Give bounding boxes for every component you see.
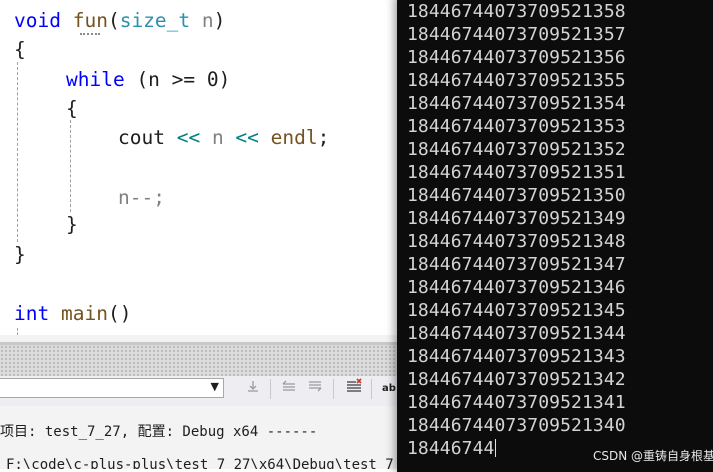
code-line-4[interactable]: { [66,97,78,121]
output-pane: ▼ ab 项目: test_7_27, 配置: Debug x64 ------… [0,335,400,469]
indent-guide-main [17,328,18,335]
while-condition: (n >= 0) [124,68,231,91]
console-line: 18446744073709521341 [407,392,626,413]
indent-guide-inner [70,120,71,212]
output-path-line: F:\code\c-plus-plus\test_7_27\x64\Debug\… [6,457,400,469]
code-line-7[interactable]: } [66,213,78,237]
code-line-5[interactable]: cout << n << endl; [118,126,329,150]
console-line: 18446744073709521353 [407,116,626,137]
console-line: 18446744073709521349 [407,208,626,229]
close-paren: ) [213,9,226,32]
code-editor[interactable]: void fun(size_t n) { while (n >= 0) { co… [0,0,400,335]
keyword-void: void [14,9,61,32]
console-line: 18446744073709521352 [407,139,626,160]
console-line-partial: 18446744 [407,437,496,460]
chevron-down-icon[interactable]: ▼ [211,380,219,393]
indent-guide-outer [17,62,18,242]
prev-message-icon[interactable] [278,378,300,400]
console-line: 18446744073709521356 [407,47,626,68]
toolbar-separator-1 [270,379,271,399]
text-cursor [494,439,496,457]
console-line: 18446744073709521344 [407,323,626,344]
clear-all-icon[interactable] [343,378,365,400]
goto-location-icon[interactable] [242,378,264,400]
type-size-t: size_t [119,9,191,32]
console-line: 18446744073709521351 [407,162,626,183]
console-line: 18446744073709521357 [407,24,626,45]
code-line-9[interactable]: int main() [14,302,131,326]
console-line: 18446744073709521342 [407,369,626,390]
console-line: 18446744073709521346 [407,277,626,298]
output-toolbar: ▼ ab [0,376,400,406]
watermark: CSDN @重铸自身根基 [592,449,713,463]
open-paren: ( [107,9,120,32]
function-name-main: main [60,302,108,325]
toolbar-separator-2 [333,379,334,399]
console-line: 18446744073709521343 [407,346,626,367]
identifier-endl: endl [270,126,318,149]
console-line: 18446744073709521358 [407,1,626,22]
code-line-6[interactable]: n--; [118,186,165,210]
next-message-icon[interactable] [304,378,326,400]
console-line: 18446744073709521355 [407,70,626,91]
param-n: n [190,9,214,32]
identifier-n: n [211,126,224,149]
keyword-int: int [14,302,50,325]
quick-action-dots-icon[interactable] [80,30,100,35]
code-line-1[interactable]: void fun(size_t n) [14,9,225,33]
toolbar-separator-3 [371,379,372,399]
operator-shift-1: << [164,126,212,149]
keyword-while: while [66,68,125,91]
output-source-dropdown[interactable]: ▼ [0,378,224,398]
output-build-line: 项目: test_7_27, 配置: Debug x64 ------ [0,424,318,440]
function-name-fun: fun [72,9,108,32]
semicolon: ; [317,126,330,149]
operator-shift-2: << [223,126,271,149]
code-line-2[interactable]: { [14,38,26,62]
console-line: 18446744073709521350 [407,185,626,206]
main-parens: () [107,302,132,325]
console-line: 18446744073709521348 [407,231,626,252]
console-window[interactable]: 18446744073709521358 1844674407370952135… [397,0,713,472]
console-line: 18446744073709521354 [407,93,626,114]
console-partial-text: 18446744 [407,438,495,459]
console-line: 18446744073709521340 [407,415,626,436]
console-line: 18446744073709521347 [407,254,626,275]
console-line: 18446744073709521345 [407,300,626,321]
code-line-3[interactable]: while (n >= 0) [66,68,230,92]
pane-title-bar[interactable] [0,342,400,379]
code-line-8[interactable]: } [14,243,26,267]
identifier-cout: cout [118,126,165,149]
